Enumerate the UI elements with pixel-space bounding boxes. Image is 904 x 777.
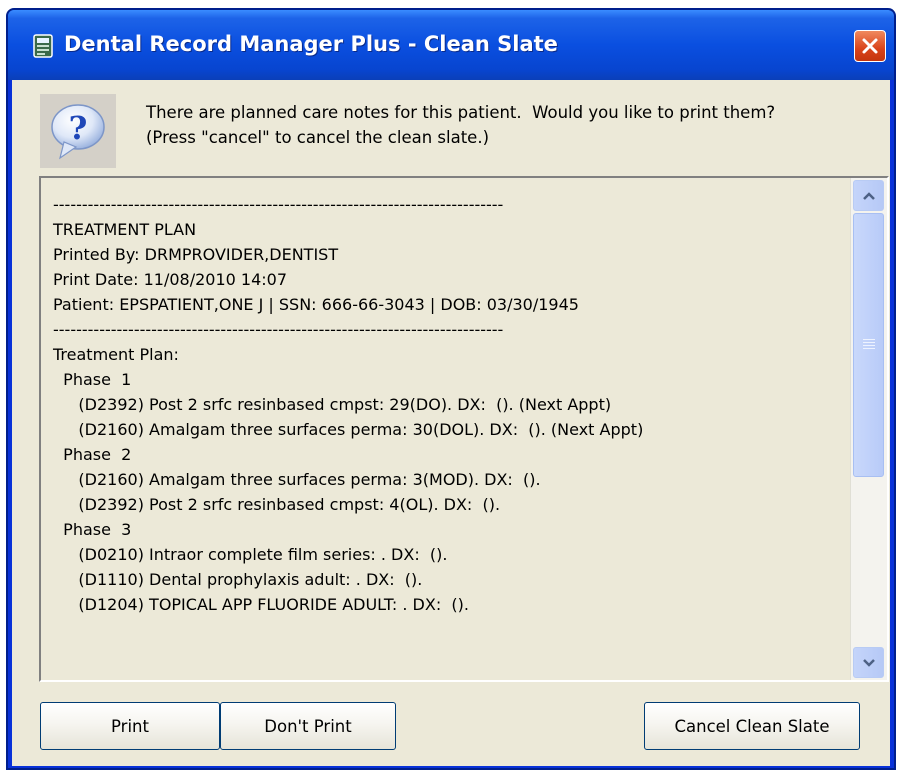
- memo-line: (D2160) Amalgam three surfaces perma: 30…: [53, 420, 644, 439]
- memo-line: (D1204) TOPICAL APP FLUORIDE ADULT: . DX…: [53, 595, 469, 614]
- memo-line: TREATMENT PLAN: [53, 220, 197, 239]
- memo-line: Phase 3: [53, 520, 132, 539]
- title-bar[interactable]: Dental Record Manager Plus - Clean Slate: [8, 10, 894, 80]
- thumb-grip: [863, 348, 875, 349]
- window-title: Dental Record Manager Plus - Clean Slate: [64, 32, 558, 56]
- message-line-2: (Press "cancel" to cancel the clean slat…: [146, 128, 490, 147]
- app-icon: [32, 34, 54, 58]
- memo-line: (D1110) Dental prophylaxis adult: . DX: …: [53, 570, 423, 589]
- scroll-up-button[interactable]: [853, 180, 884, 211]
- question-icon-frame: ?: [40, 94, 116, 168]
- chevron-down-icon: [862, 658, 875, 667]
- dialog-client-area: ? There are planned care notes for this …: [12, 80, 890, 766]
- memo-line: Patient: EPSPATIENT,ONE J | SSN: 666-66-…: [53, 295, 579, 314]
- memo-line: Phase 1: [53, 370, 132, 389]
- memo-line: (D2392) Post 2 srfc resinbased cmpst: 4(…: [53, 495, 501, 514]
- memo-line: Treatment Plan:: [53, 345, 179, 364]
- message-text: There are planned care notes for this pa…: [146, 100, 775, 150]
- thumb-grip: [863, 339, 875, 340]
- dialog-window: Dental Record Manager Plus - Clean Slate…: [6, 8, 896, 770]
- cancel-clean-slate-button[interactable]: Cancel Clean Slate: [644, 702, 860, 750]
- chevron-up-icon: [862, 191, 875, 200]
- scroll-thumb[interactable]: [853, 213, 884, 477]
- scroll-down-button[interactable]: [853, 647, 884, 678]
- memo-line: ----------------------------------------…: [53, 195, 504, 214]
- thumb-grip: [863, 342, 875, 343]
- thumb-grip: [863, 345, 875, 346]
- notes-memo[interactable]: ----------------------------------------…: [39, 176, 889, 682]
- svg-text:?: ?: [69, 109, 88, 147]
- memo-line: (D2392) Post 2 srfc resinbased cmpst: 29…: [53, 395, 612, 414]
- close-icon: [862, 38, 878, 54]
- memo-line: ----------------------------------------…: [53, 320, 504, 339]
- memo-line: (D0210) Intraor complete film series: . …: [53, 545, 448, 564]
- memo-line: Printed By: DRMPROVIDER,DENTIST: [53, 245, 339, 264]
- question-icon: ?: [51, 104, 105, 160]
- dont-print-button[interactable]: Don't Print: [220, 702, 396, 750]
- close-button[interactable]: [854, 30, 886, 62]
- memo-line: Print Date: 11/08/2010 14:07: [53, 270, 288, 289]
- vertical-scrollbar[interactable]: [850, 178, 887, 680]
- print-button[interactable]: Print: [40, 702, 220, 750]
- memo-text: ----------------------------------------…: [53, 192, 843, 617]
- message-line-1: There are planned care notes for this pa…: [146, 103, 776, 122]
- memo-line: Phase 2: [53, 445, 132, 464]
- memo-line: (D2160) Amalgam three surfaces perma: 3(…: [53, 470, 541, 489]
